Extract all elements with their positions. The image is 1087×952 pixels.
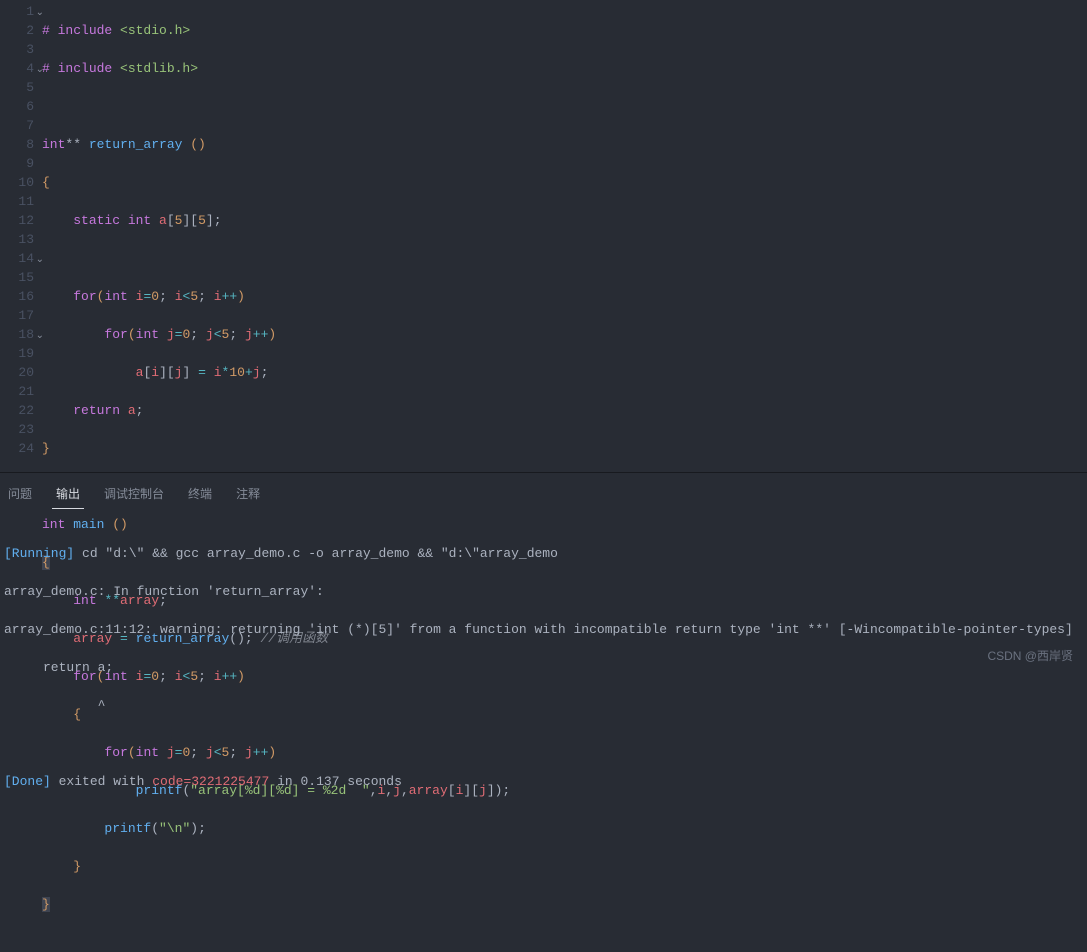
fold-icon[interactable]: ⌄ xyxy=(36,251,44,270)
fold-icon[interactable]: ⌄ xyxy=(36,61,44,80)
watermark: CSDN @西岸贤 xyxy=(987,647,1073,664)
tab-output[interactable]: 输出 xyxy=(52,481,84,509)
fold-icon[interactable]: ⌄ xyxy=(36,4,44,23)
tab-debug-console[interactable]: 调试控制台 xyxy=(100,481,168,509)
done-label: [Done] xyxy=(4,774,51,789)
fold-icon[interactable]: ⌄ xyxy=(36,327,44,346)
line-gutter: 1⌄ 2 3 4⌄ 5 6 7 8 9 10 11 12 13 14⌄ 15 1… xyxy=(0,0,42,472)
tab-terminal[interactable]: 终端 xyxy=(184,481,216,509)
tab-comments[interactable]: 注释 xyxy=(232,481,264,509)
code-editor[interactable]: 1⌄ 2 3 4⌄ 5 6 7 8 9 10 11 12 13 14⌄ 15 1… xyxy=(0,0,1087,472)
running-label: [Running] xyxy=(4,546,74,561)
tab-problems[interactable]: 问题 xyxy=(4,481,36,509)
code-area[interactable]: # include <stdio.h> # include <stdlib.h>… xyxy=(42,0,1087,472)
